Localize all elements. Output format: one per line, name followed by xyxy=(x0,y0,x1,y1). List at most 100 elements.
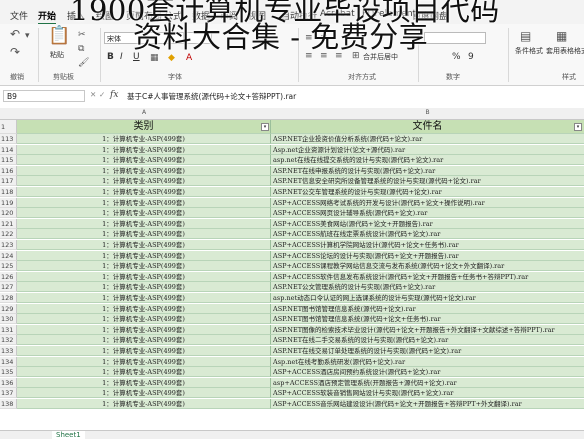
row-number[interactable]: 123 xyxy=(0,240,17,250)
fill-color-icon[interactable]: ◆ xyxy=(168,52,175,64)
filename-cell[interactable]: ASP.NET图像的检索技术毕业设计(源代码+论文+开题报告+外文翻译+文献综述… xyxy=(271,324,584,335)
category-cell[interactable]: 1：计算机专业-ASP(499套) xyxy=(17,271,271,282)
align-center-icon[interactable]: ≡ xyxy=(320,50,328,62)
merge-icon[interactable]: ⊞ xyxy=(352,50,360,62)
menu-tab[interactable]: PDFelement xyxy=(362,9,416,19)
filename-cell[interactable]: ASP.NET在线申报系统的设计与实现(源代码+论文).rar xyxy=(271,165,584,176)
spreadsheet-grid[interactable]: A B 1 类别 文件名 ▾ ▾ 113 1：计算机专业-ASP(499套) ASP… xyxy=(0,106,584,430)
filename-cell[interactable]: ASP+ACCESS软件信息发布系统设计(源代码+论文+开题报告+任务书+答辩P… xyxy=(271,271,584,282)
category-cell[interactable]: 1：计算机专业-ASP(499套) xyxy=(17,367,271,378)
filename-cell[interactable]: Asp.net企业资源计划设计(论文+源代码).rar xyxy=(271,144,584,155)
row-number[interactable]: 117 xyxy=(0,176,17,187)
filename-cell[interactable]: asp.net在线在线提交系统的设计与实现(源代码+论文).rar xyxy=(271,155,584,166)
category-cell[interactable]: 1：计算机专业-ASP(499套) xyxy=(17,197,271,208)
filename-cell[interactable]: ASP.NET图书馆管理信息系统(源代码+论文).rar xyxy=(271,303,584,314)
filename-cell[interactable]: ASP.NET在线交易订单处理系统的设计与实现(源代码+论文).rar xyxy=(271,346,584,356)
comma-button[interactable]: 9 xyxy=(468,52,474,62)
number-format-select[interactable] xyxy=(424,32,486,44)
row-number[interactable]: 136 xyxy=(0,377,17,388)
row-number[interactable]: 121 xyxy=(0,218,17,229)
category-cell[interactable]: 1：计算机专业-ASP(499套) xyxy=(17,399,271,409)
row-number[interactable]: 113 xyxy=(0,134,17,144)
filename-cell[interactable]: ASP+ACCESS课程教学网站信息交流与发布系统(源代码+论文+外文翻译).r… xyxy=(271,261,584,272)
align-middle-icon[interactable]: ≡ xyxy=(320,32,328,44)
paste-icon[interactable]: 📋 xyxy=(48,27,70,45)
insert-function-button[interactable]: fx xyxy=(110,90,118,100)
filename-cell[interactable]: ASP.NET企业投资价值分析系统(源代码+论文).rar xyxy=(271,134,584,144)
category-cell[interactable]: 1：计算机专业-ASP(499套) xyxy=(17,324,271,335)
filename-cell[interactable]: ASP+ACCESS酒店房间预约系统设计(源代码+论文).rar xyxy=(271,367,584,378)
category-cell[interactable]: 1：计算机专业-ASP(499套) xyxy=(17,335,271,346)
category-cell[interactable]: 1：计算机专业-ASP(499套) xyxy=(17,346,271,356)
menu-tab[interactable]: Acrobat xyxy=(320,9,355,19)
category-cell[interactable]: 1：计算机专业-ASP(499套) xyxy=(17,293,271,303)
category-cell[interactable]: 1：计算机专业-ASP(499套) xyxy=(17,282,271,293)
font-size-select[interactable] xyxy=(186,32,212,44)
filename-cell[interactable]: ASP.NET公文管理系统的设计与实现(源代码+论文).rar xyxy=(271,282,584,293)
category-cell[interactable]: 1：计算机专业-ASP(499套) xyxy=(17,134,271,144)
category-cell[interactable]: 1：计算机专业-ASP(499套) xyxy=(17,229,271,240)
conditional-format-icon[interactable]: ▤ xyxy=(520,30,531,42)
column-header-a[interactable]: A xyxy=(17,109,271,116)
row-number[interactable]: 114 xyxy=(0,144,17,155)
row-number[interactable]: 115 xyxy=(0,155,17,166)
header-cell-filename[interactable]: 文件名 xyxy=(271,120,584,134)
row-number[interactable]: 116 xyxy=(0,165,17,176)
merge-center-button[interactable]: 合并后居中 xyxy=(363,52,398,62)
filename-cell[interactable]: ASP.NET公交车管理系统的设计与实现(源代码+论文).rar xyxy=(271,187,584,197)
copy-icon[interactable]: ⧉ xyxy=(78,43,84,55)
row-number[interactable]: 119 xyxy=(0,197,17,208)
menu-tab[interactable]: 绘图 xyxy=(96,9,114,22)
row-number[interactable]: 126 xyxy=(0,271,17,282)
chevron-down-icon[interactable]: ▾ xyxy=(25,30,30,42)
filename-cell[interactable]: ASP+ACCESS航班在线定票系统设计(源代码+论文).rar xyxy=(271,229,584,240)
filename-cell[interactable]: asp+ACCESS酒店预定管理系统(开题报告+源代码+论文).rar xyxy=(271,377,584,388)
row-number[interactable]: 137 xyxy=(0,388,17,399)
menu-tab[interactable]: 开始 xyxy=(38,9,57,25)
category-cell[interactable]: 1：计算机专业-ASP(499套) xyxy=(17,303,271,314)
category-cell[interactable]: 1：计算机专业-ASP(499套) xyxy=(17,356,271,367)
bold-button[interactable]: B xyxy=(107,52,114,62)
filename-cell[interactable]: ASP+ACCESS计算机学院网站设计(源代码+论文+任务书).rar xyxy=(271,240,584,250)
menu-tab[interactable]: 数据 xyxy=(192,9,210,22)
cut-icon[interactable]: ✂ xyxy=(78,29,86,41)
row-number[interactable]: 138 xyxy=(0,399,17,409)
menu-tab[interactable]: 文件 xyxy=(10,9,28,22)
align-right-icon[interactable]: ≡ xyxy=(335,50,343,62)
font-color-icon[interactable]: A xyxy=(186,52,192,64)
border-icon[interactable]: ▦ xyxy=(150,52,159,64)
filename-cell[interactable]: Asp.net在线考勤系统研发(源代码+论文).rar xyxy=(271,356,584,367)
menu-tab[interactable]: 自动执行 xyxy=(281,9,317,22)
menu-tab[interactable]: 公式 xyxy=(164,9,182,22)
menu-tab[interactable]: 插入 xyxy=(67,9,85,22)
filename-cell[interactable]: ASP.NET信息安全研究所设备管理系统的设计与实现(源代码+论文).rar xyxy=(271,176,584,187)
row-number[interactable]: 124 xyxy=(0,250,17,261)
row-number[interactable]: 122 xyxy=(0,229,17,240)
column-header-b[interactable]: B xyxy=(271,109,584,116)
row-number[interactable]: 128 xyxy=(0,293,17,303)
filename-cell[interactable]: asp.net动态口令认证的网上选课系统的设计与实现(源代码+论文).rar xyxy=(271,293,584,303)
undo-icon[interactable]: ↶ xyxy=(10,28,20,40)
category-cell[interactable]: 1：计算机专业-ASP(499套) xyxy=(17,187,271,197)
filename-cell[interactable]: ASP.NET图书馆管理信息系统(源代码+论文+任务书).rar xyxy=(271,314,584,325)
align-left-icon[interactable]: ≡ xyxy=(305,50,313,62)
row-number[interactable]: 127 xyxy=(0,282,17,293)
row-number[interactable]: 132 xyxy=(0,335,17,346)
category-cell[interactable]: 1：计算机专业-ASP(499套) xyxy=(17,144,271,155)
table-format-button[interactable]: 套用表格格式 xyxy=(546,46,584,56)
font-name-select[interactable]: 宋体 xyxy=(104,32,184,44)
menu-tab[interactable]: 页面布局 xyxy=(126,9,162,22)
format-painter-icon[interactable]: 🖌 xyxy=(78,57,89,69)
table-format-icon[interactable]: ▦ xyxy=(556,30,567,42)
underline-button[interactable]: U xyxy=(133,52,140,62)
category-cell[interactable]: 1：计算机专业-ASP(499套) xyxy=(17,165,271,176)
confirm-icon[interactable]: ✓ xyxy=(99,90,105,99)
align-top-icon[interactable]: ≡ xyxy=(305,32,313,44)
category-cell[interactable]: 1：计算机专业-ASP(499套) xyxy=(17,240,271,250)
menu-tab[interactable]: 百度网盘 xyxy=(412,9,448,22)
row-number[interactable]: 133 xyxy=(0,346,17,356)
row-number[interactable]: 125 xyxy=(0,261,17,272)
paste-button[interactable]: 粘贴 xyxy=(50,50,64,60)
name-box[interactable]: B9 xyxy=(3,90,85,102)
filename-cell[interactable]: ASP+ACCESS软装音销售网站设计与实现(源代码+论文).rar xyxy=(271,388,584,399)
